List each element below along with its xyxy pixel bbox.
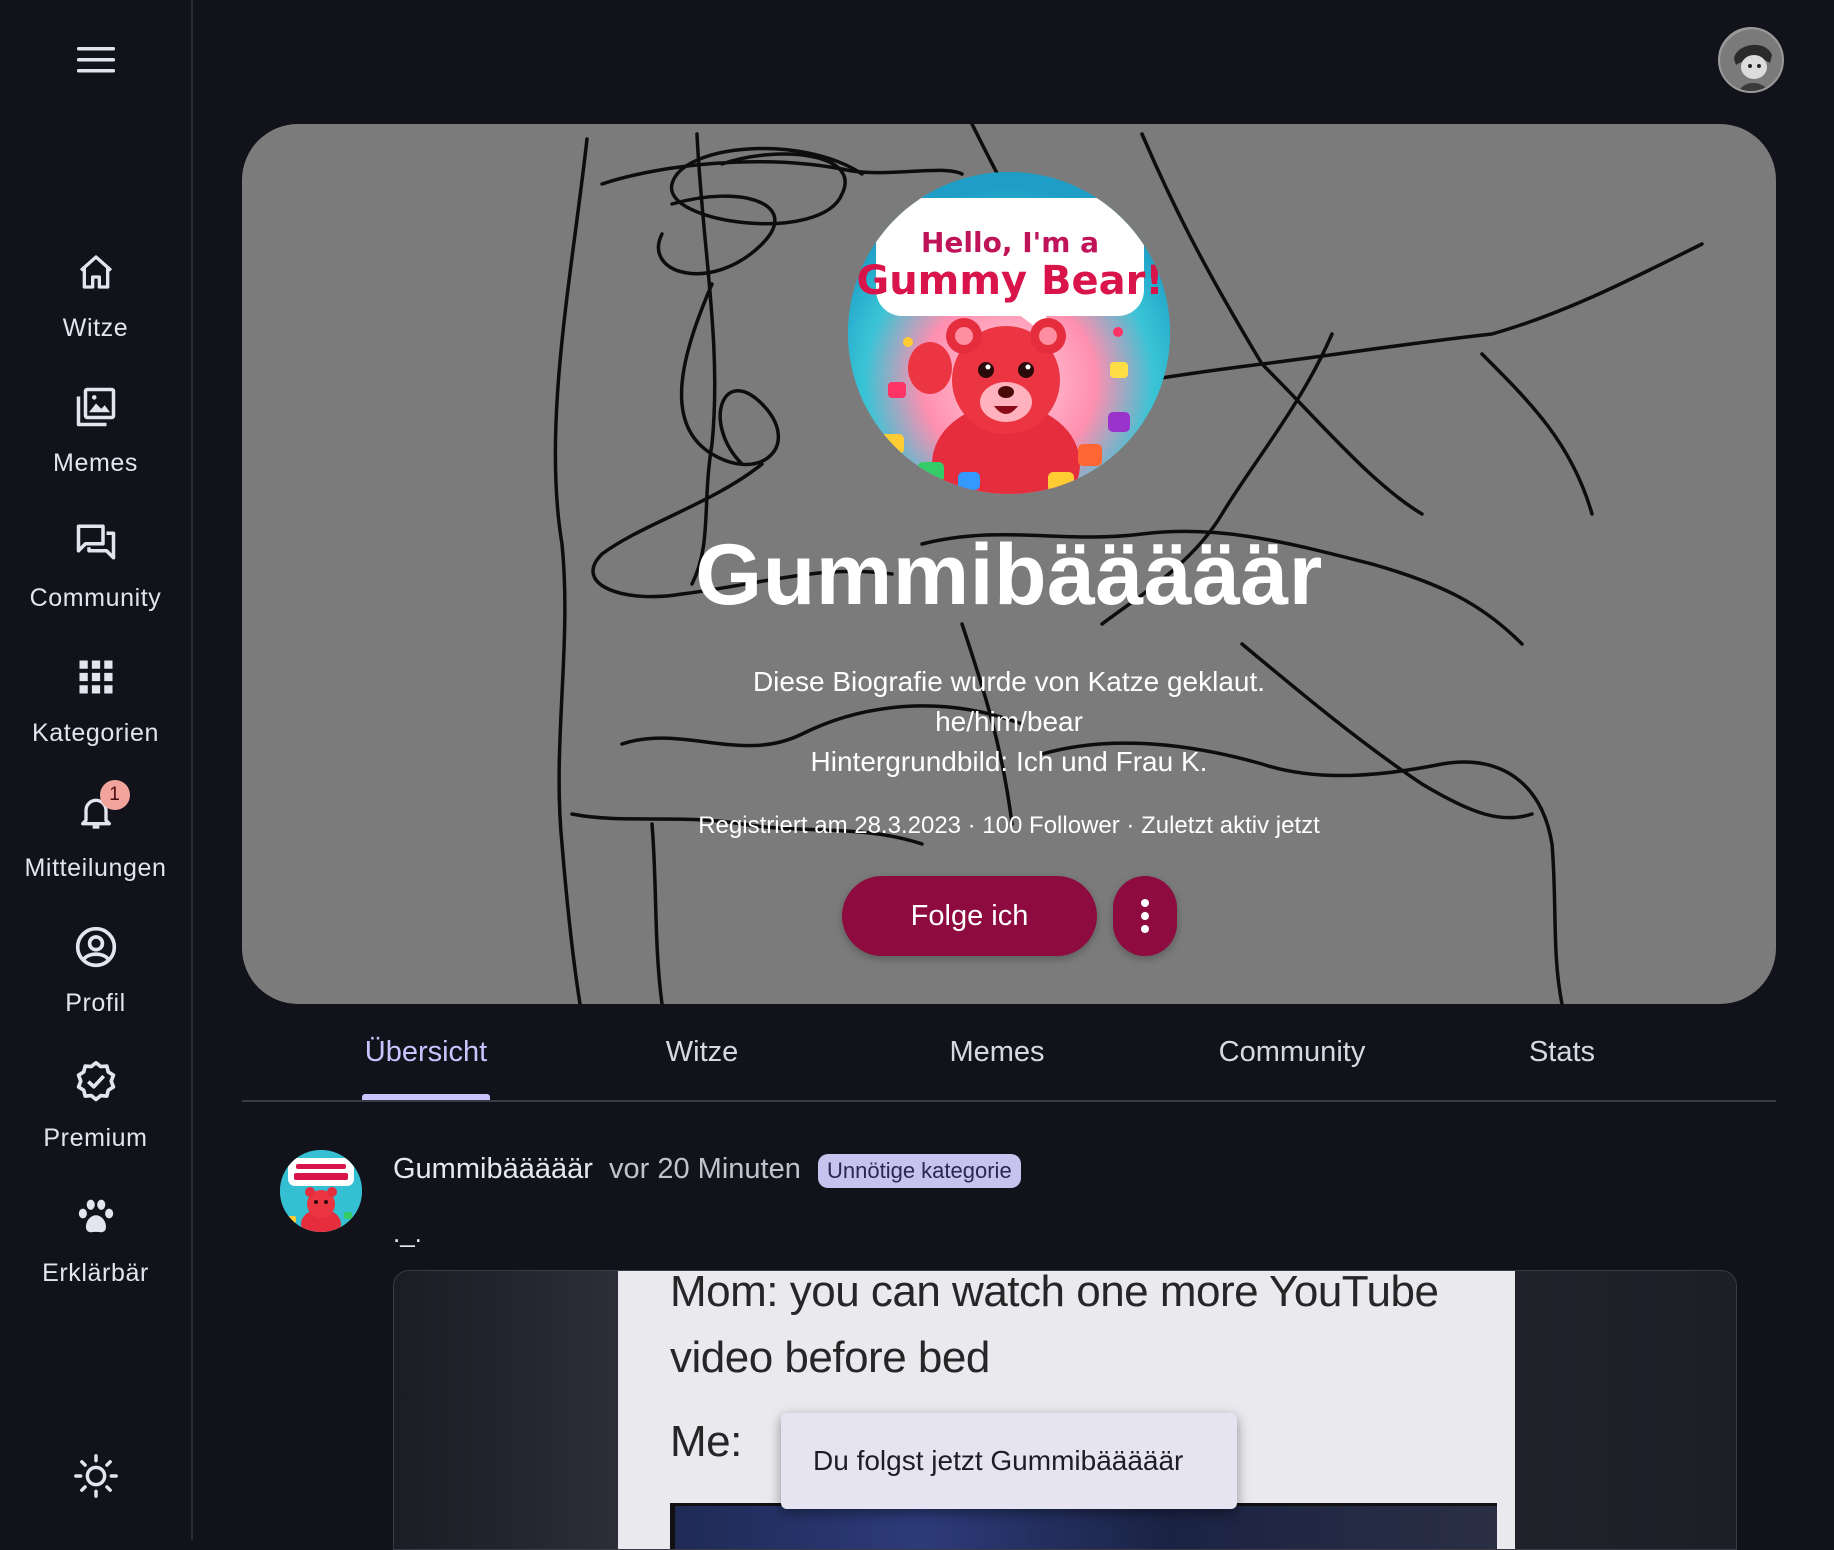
chat-bubbles-icon (74, 520, 118, 564)
sidebar: Witze Memes Community Kategorien 1 Mitte… (0, 0, 193, 1540)
gummy-bear-avatar (280, 1150, 362, 1232)
tab-label: Community (1218, 1035, 1366, 1068)
paw-icon (74, 1195, 118, 1239)
bio-line: Diese Biografie wurde von Katze geklaut. (752, 666, 1266, 697)
tab-label: Stats (1528, 1035, 1596, 1068)
snackbar-toast: Du folgst jetzt Gummibääääär (781, 1413, 1237, 1509)
sidebar-item-profil[interactable]: Profil (0, 925, 191, 1045)
post-timestamp: vor 20 Minuten (609, 1153, 801, 1185)
sidebar-item-label: Witze (62, 314, 129, 342)
sidebar-item-label: Premium (43, 1124, 148, 1152)
sidebar-item-label: Profil (65, 989, 126, 1017)
tab-label: Memes (949, 1035, 1045, 1068)
profile-picture-caption-1: Hello, I'm a (921, 226, 1099, 259)
tab-stats[interactable]: Stats (1502, 1004, 1622, 1100)
verified-badge-icon (74, 1060, 118, 1104)
sidebar-item-label: Community (29, 584, 162, 612)
tab-community[interactable]: Community (1202, 1004, 1382, 1100)
active-tab-indicator (362, 1094, 490, 1100)
profile-picture: Hello, I'm a Gummy Bear! (848, 172, 1170, 494)
sidebar-item-erklaerbaer[interactable]: Erklärbär (0, 1195, 191, 1315)
meme-video-frame (670, 1503, 1497, 1549)
meme-text-line: video before bed (670, 1333, 990, 1382)
home-icon (74, 250, 118, 294)
gummy-bear-illustration: Hello, I'm a Gummy Bear! (848, 172, 1170, 494)
user-avatar[interactable] (1718, 27, 1784, 93)
profile-banner: Hello, I'm a Gummy Bear! Gummibääääär Di… (242, 124, 1776, 1004)
bio-line: he/him/bear (935, 706, 1083, 737)
image-gallery-icon (74, 385, 118, 429)
profile-tabs: Übersicht Witze Memes Community Stats (242, 1004, 1776, 1102)
theme-toggle-button[interactable] (70, 1450, 122, 1502)
sidebar-item-label: Kategorien (32, 719, 159, 747)
more-options-button[interactable] (1113, 876, 1177, 956)
meme-text-line: Mom: you can watch one more YouTube (670, 1270, 1439, 1316)
grid-icon (74, 655, 118, 699)
notification-badge: 1 (99, 780, 130, 810)
profile-meta: Registriert am 28.3.2023 · 100 Follower … (698, 812, 1320, 839)
sun-icon (74, 1454, 118, 1498)
bio-line: Hintergrundbild: Ich und Frau K. (810, 746, 1208, 777)
sidebar-item-kategorien[interactable]: Kategorien (0, 655, 191, 775)
post-author-avatar[interactable] (280, 1150, 362, 1232)
sidebar-item-mitteilungen[interactable]: 1 Mitteilungen (0, 780, 191, 910)
user-avatar-image (1720, 29, 1782, 91)
tab-memes[interactable]: Memes (922, 1004, 1072, 1100)
meme-text-line: Me: (670, 1417, 742, 1466)
profile-picture-caption-2: Gummy Bear! (856, 258, 1163, 304)
tab-uebersicht[interactable]: Übersicht (362, 1004, 490, 1100)
follow-button[interactable]: Folge ich (842, 876, 1097, 956)
sidebar-item-label: Memes (53, 449, 138, 477)
sidebar-item-label: Erklärbär (42, 1259, 149, 1287)
post-text: ._. (393, 1218, 422, 1248)
sidebar-item-label: Mitteilungen (24, 854, 167, 882)
hamburger-menu-icon (77, 47, 115, 73)
menu-button[interactable] (72, 40, 120, 80)
sidebar-item-premium[interactable]: Premium (0, 1060, 191, 1180)
profile-name: Gummibääääär (695, 527, 1323, 623)
tab-label: Witze (665, 1035, 739, 1068)
sidebar-item-witze[interactable]: Witze (0, 250, 191, 370)
tab-witze[interactable]: Witze (642, 1004, 762, 1100)
sidebar-item-community[interactable]: Community (0, 520, 191, 640)
post-category-chip[interactable]: Unnötige kategorie (818, 1154, 1021, 1188)
user-circle-icon (74, 925, 118, 969)
bell-icon: 1 (74, 780, 130, 834)
profile-bio: Diese Biografie wurde von Katze geklaut.… (242, 662, 1776, 782)
sidebar-item-memes[interactable]: Memes (0, 385, 191, 505)
tab-label: Übersicht (364, 1035, 488, 1068)
more-vertical-icon (1141, 899, 1149, 933)
post-author-name[interactable]: Gummibääääär (393, 1153, 593, 1186)
